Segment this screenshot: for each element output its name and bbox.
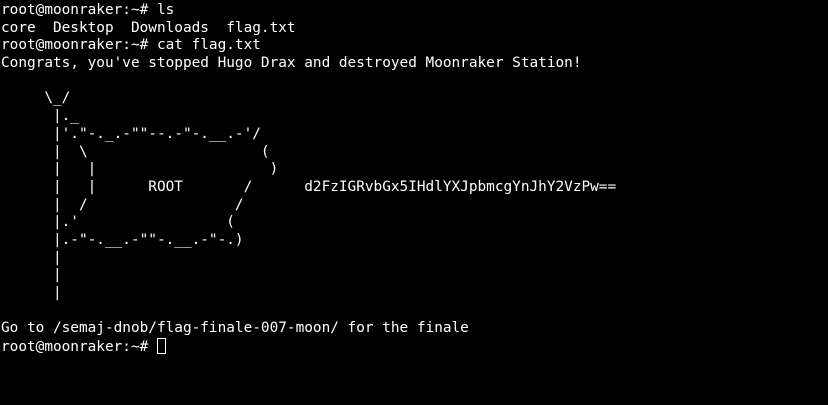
ascii-art-line: |.-"-.__.-""-.__.-"-.) xyxy=(1,231,244,248)
terminal-line: root@moonraker:~# ls xyxy=(1,2,175,18)
ascii-art-line: | \ ( xyxy=(1,143,270,160)
ascii-art-line: |.' ( xyxy=(1,214,235,231)
prompt-line[interactable]: root@moonraker:~# xyxy=(0,338,828,356)
ascii-art-line: |'."-._.-""--.-"-.__.-'/ xyxy=(1,125,261,142)
ascii-art-line: | | ) xyxy=(1,161,279,178)
ascii-art-line: | xyxy=(1,285,62,301)
ascii-art-line: | xyxy=(1,249,62,266)
ascii-art-line: |._ xyxy=(1,108,79,125)
cursor-block[interactable] xyxy=(156,338,166,355)
shell-prompt: root@moonraker:~# xyxy=(1,339,157,356)
ascii-art-line: \_/ xyxy=(1,90,71,107)
ascii-art-line: | | ROOT / d2FzIGRvbGx5IHdlYXJpbmcgYnJhY… xyxy=(1,178,617,195)
terminal-line: root@moonraker:~# cat flag.txt xyxy=(1,37,261,54)
terminal-window[interactable]: root@moonraker:~# ls core Desktop Downlo… xyxy=(0,0,828,405)
terminal-line: Go to /semaj-dnob/flag-finale-007-moon/ … xyxy=(1,320,469,337)
terminal-line: Congrats, you've stopped Hugo Drax and d… xyxy=(1,55,582,72)
ascii-art-line: | xyxy=(1,267,62,284)
terminal-line: core Desktop Downloads flag.txt xyxy=(1,19,296,36)
ascii-art-line: | / / xyxy=(1,196,244,213)
